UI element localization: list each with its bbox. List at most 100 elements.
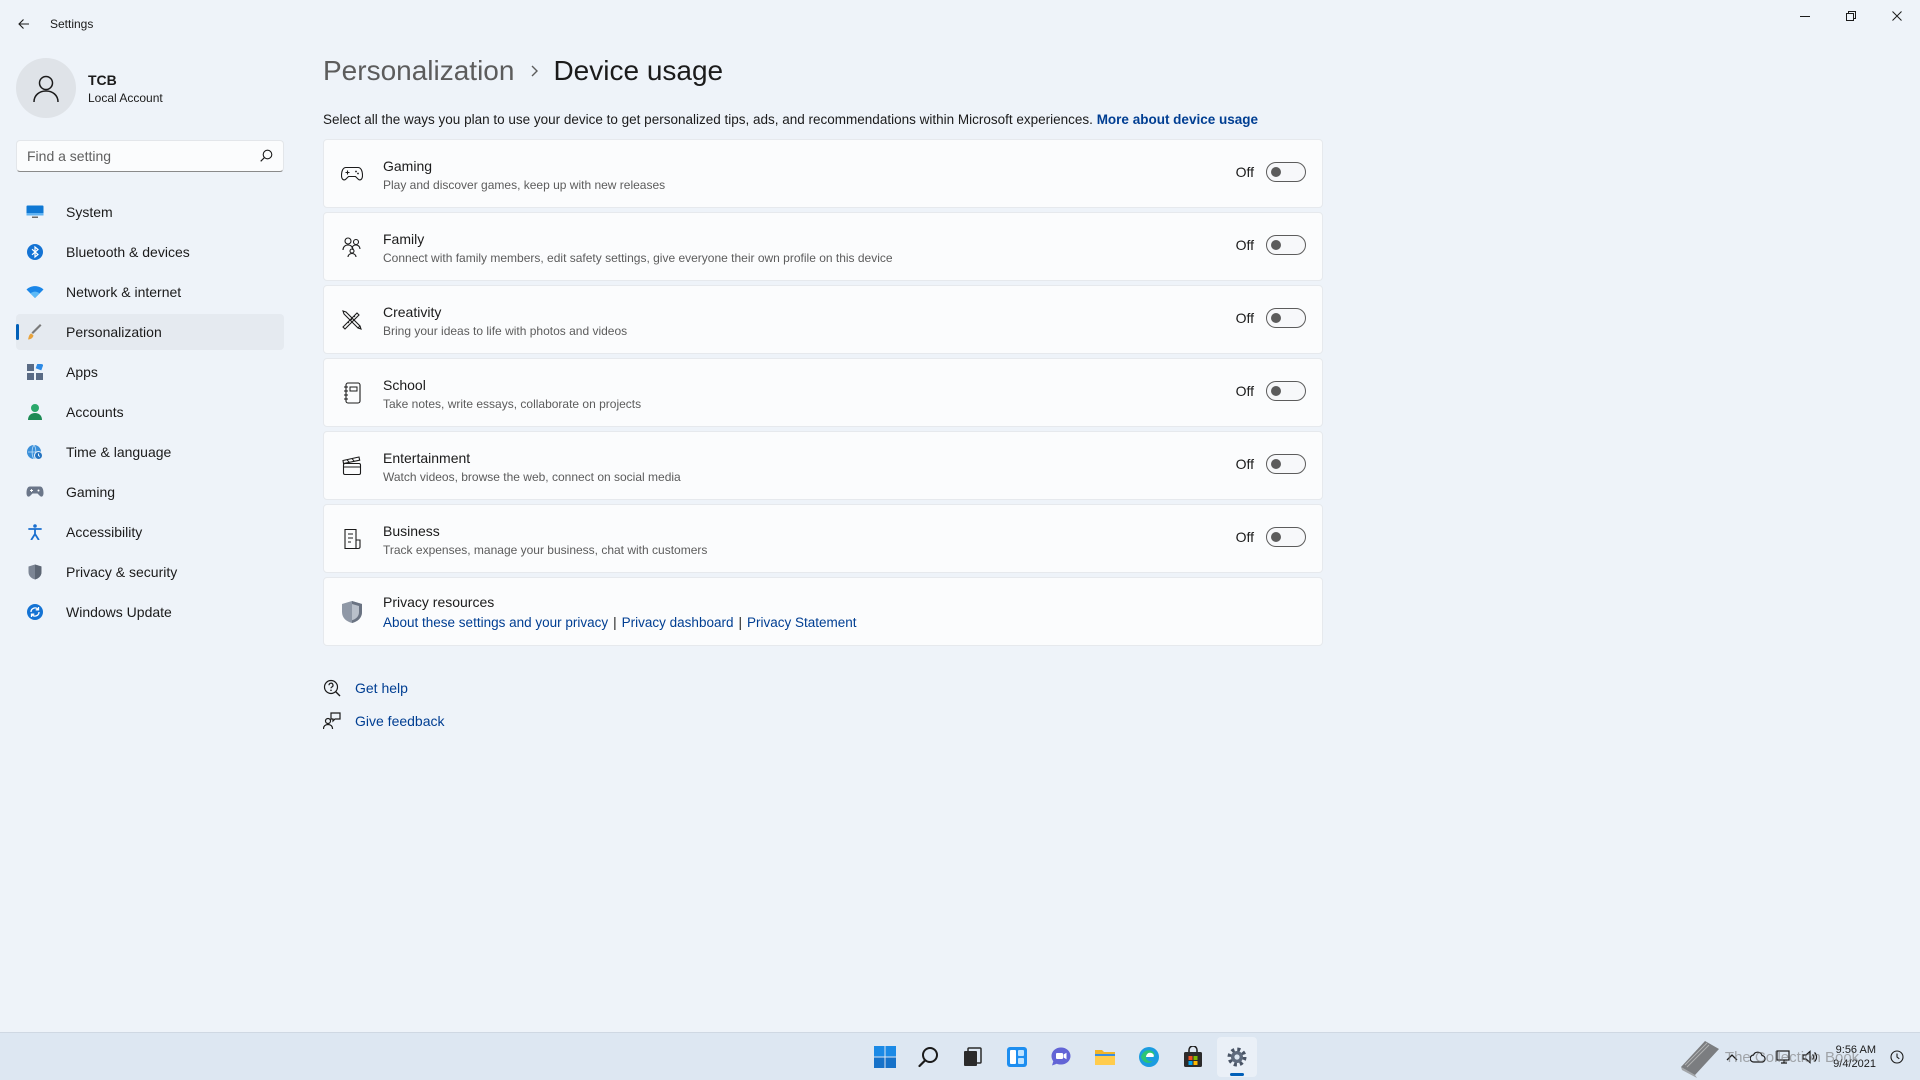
user-profile[interactable]: TCB Local Account <box>16 56 284 120</box>
usage-subtitle: Bring your ideas to life with photos and… <box>383 324 628 338</box>
pen-ruler-icon <box>340 308 364 332</box>
usage-subtitle: Take notes, write essays, collaborate on… <box>383 397 642 411</box>
arrow-left-icon <box>18 19 29 29</box>
sidebar-item-time-language[interactable]: Time & language <box>16 434 284 470</box>
sidebar-item-label: Windows Update <box>66 604 172 620</box>
bluetooth-icon <box>26 243 44 261</box>
edge-icon <box>1139 1047 1159 1067</box>
gamepad-icon <box>340 162 364 186</box>
about-settings-privacy-link[interactable]: About these settings and your privacy <box>383 615 608 630</box>
toggle-knob <box>1271 386 1281 396</box>
sidebar-item-label: Time & language <box>66 444 172 460</box>
family-toggle[interactable] <box>1266 235 1306 255</box>
close-button[interactable] <box>1874 0 1920 32</box>
more-about-device-usage-link[interactable]: More about device usage <box>1097 112 1258 127</box>
chevron-right-icon <box>530 65 539 77</box>
sidebar-item-accessibility[interactable]: Accessibility <box>16 514 284 550</box>
sidebar-item-gaming[interactable]: Gaming <box>16 474 284 510</box>
usage-title: Entertainment <box>383 450 471 466</box>
globe-clock-icon <box>26 443 44 461</box>
breadcrumb-parent[interactable]: Personalization <box>323 55 514 87</box>
apps-icon <box>26 363 44 381</box>
device-usage-list: Gaming Play and discover games, keep up … <box>323 139 1323 646</box>
feedback-icon <box>323 712 341 730</box>
minimize-button[interactable] <box>1782 0 1828 32</box>
avatar <box>16 58 76 118</box>
sidebar-item-system[interactable]: System <box>16 194 284 230</box>
sidebar-item-bluetooth[interactable]: Bluetooth & devices <box>16 234 284 270</box>
toggle-state-label: Off <box>1235 383 1254 399</box>
user-name: TCB <box>88 71 117 88</box>
entertainment-toggle[interactable] <box>1266 454 1306 474</box>
window-controls <box>1782 0 1920 32</box>
sidebar-item-label: Privacy & security <box>66 564 178 580</box>
nav-list: System Bluetooth & devices Network & int… <box>16 194 284 630</box>
account-type: Local Account <box>88 90 163 105</box>
usage-card-gaming: Gaming Play and discover games, keep up … <box>323 139 1323 208</box>
restore-button[interactable] <box>1828 0 1874 32</box>
sidebar-item-apps[interactable]: Apps <box>16 354 284 390</box>
sidebar-item-privacy-security[interactable]: Privacy & security <box>16 554 284 590</box>
link-separator: | <box>613 615 617 630</box>
toggle-state-label: Off <box>1235 529 1254 545</box>
taskbar-apps <box>865 1033 1261 1080</box>
sidebar-item-network[interactable]: Network & internet <box>16 274 284 310</box>
give-feedback-item[interactable]: Give feedback <box>323 711 445 731</box>
search-icon <box>918 1047 938 1068</box>
search-input[interactable] <box>17 141 247 171</box>
privacy-links: About these settings and your privacy | Pr… <box>383 615 857 630</box>
monitor-icon <box>26 203 44 221</box>
system-tray: The Collection Book 9:56 AM 9/4/2021 <box>1675 1033 1910 1080</box>
start-icon <box>874 1046 896 1068</box>
file-explorer-button[interactable] <box>1085 1037 1125 1077</box>
sidebar: TCB Local Account System Bluetooth & dev… <box>16 56 284 634</box>
privacy-dashboard-link[interactable]: Privacy dashboard <box>622 615 734 630</box>
gaming-toggle[interactable] <box>1266 162 1306 182</box>
creativity-toggle[interactable] <box>1266 308 1306 328</box>
book-logo-icon <box>1675 1035 1725 1079</box>
toggle-state-label: Off <box>1235 164 1254 180</box>
get-help-link[interactable]: Get help <box>355 680 408 696</box>
sidebar-item-label: Bluetooth & devices <box>66 244 190 260</box>
school-toggle[interactable] <box>1266 381 1306 401</box>
widgets-icon <box>1007 1047 1027 1067</box>
task-view-button[interactable] <box>953 1037 993 1077</box>
family-icon <box>340 235 364 259</box>
close-icon <box>1892 11 1902 21</box>
store-icon <box>1184 1046 1202 1067</box>
taskbar-search-button[interactable] <box>909 1037 949 1077</box>
toggle-knob <box>1271 167 1281 177</box>
settings-taskbar-button[interactable] <box>1217 1037 1257 1077</box>
toggle-state-label: Off <box>1235 310 1254 326</box>
sidebar-item-windows-update[interactable]: Windows Update <box>16 594 284 630</box>
usage-card-family: Family Connect with family members, edit… <box>323 212 1323 281</box>
privacy-statement-link[interactable]: Privacy Statement <box>747 615 857 630</box>
back-button[interactable] <box>14 14 34 34</box>
usage-card-business: Business Track expenses, manage your bus… <box>323 504 1323 573</box>
chat-icon <box>1051 1047 1071 1066</box>
usage-card-entertainment: Entertainment Watch videos, browse the w… <box>323 431 1323 500</box>
sidebar-item-accounts[interactable]: Accounts <box>16 394 284 430</box>
notification-icon[interactable] <box>1889 1049 1905 1065</box>
widgets-button[interactable] <box>997 1037 1037 1077</box>
search-box <box>16 140 284 172</box>
get-help-item[interactable]: Get help <box>323 678 445 698</box>
person-icon <box>26 403 44 421</box>
start-button[interactable] <box>865 1037 905 1077</box>
accessibility-icon <box>26 523 44 541</box>
search-icon[interactable] <box>260 149 273 162</box>
sidebar-item-personalization[interactable]: Personalization <box>16 314 284 350</box>
privacy-resources-title: Privacy resources <box>383 594 495 610</box>
edge-button[interactable] <box>1129 1037 1169 1077</box>
task-view-icon <box>964 1047 982 1066</box>
usage-title: Creativity <box>383 304 442 320</box>
receipt-icon <box>340 527 364 551</box>
chat-button[interactable] <box>1041 1037 1081 1077</box>
usage-subtitle: Track expenses, manage your business, ch… <box>383 543 708 557</box>
store-button[interactable] <box>1173 1037 1213 1077</box>
privacy-resources-card: Privacy resources About these settings a… <box>323 577 1323 646</box>
business-toggle[interactable] <box>1266 527 1306 547</box>
usage-subtitle: Watch videos, browse the web, connect on… <box>383 470 681 484</box>
update-icon <box>26 603 44 621</box>
give-feedback-link[interactable]: Give feedback <box>355 713 445 729</box>
